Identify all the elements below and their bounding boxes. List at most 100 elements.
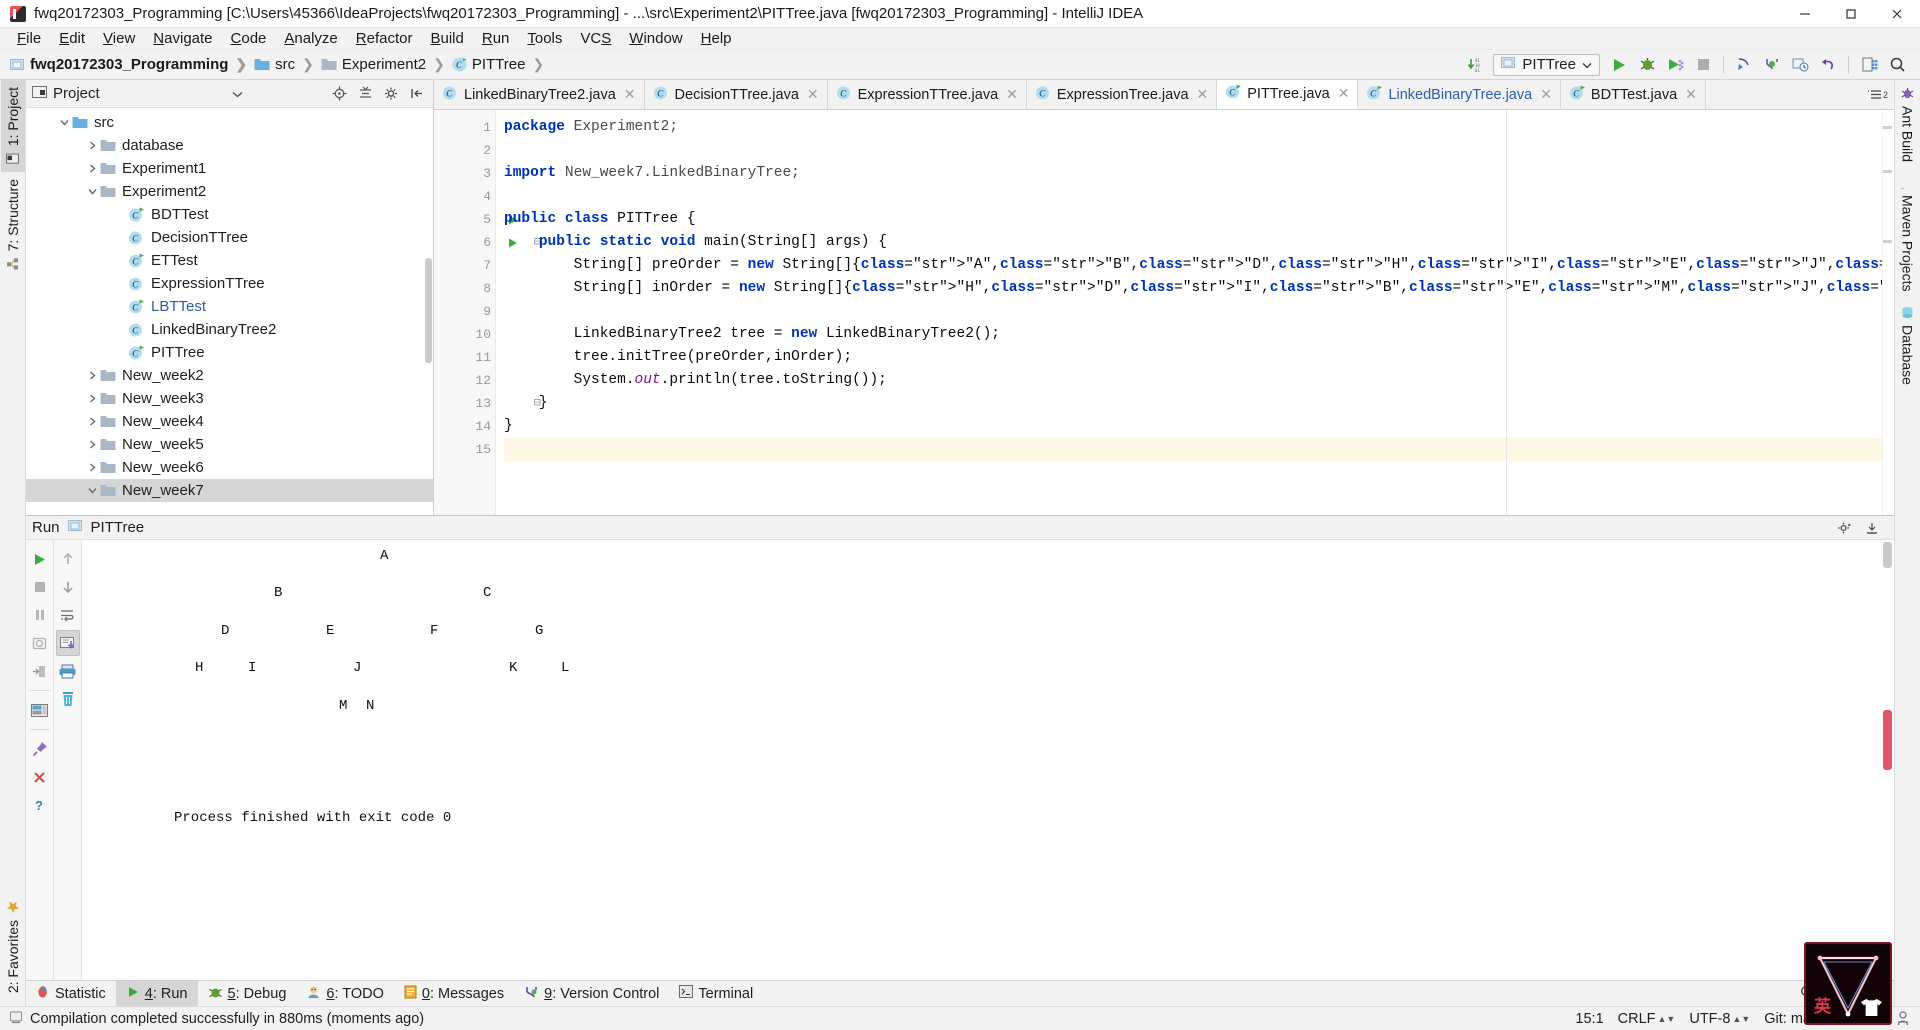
editor-tab-decisionttree-java[interactable]: CDecisionTTree.java✕ [645,80,828,109]
update-project-icon[interactable] [1731,53,1757,77]
tree-item-decisionttree[interactable]: CDecisionTTree [26,226,433,249]
search-everywhere-icon[interactable] [1884,53,1910,77]
tree-item-new-week6[interactable]: New_week6 [26,456,433,479]
close-button[interactable] [1874,0,1920,28]
chevron-right-icon[interactable] [84,463,100,472]
tool-window-9-version-control[interactable]: 9: Version Control [514,981,669,1007]
console-scrollbar[interactable] [1881,540,1894,980]
debug-icon[interactable] [1634,53,1660,77]
tree-item-new-week5[interactable]: New_week5 [26,433,433,456]
stop-icon[interactable] [1690,53,1716,77]
tree-item-new-week3[interactable]: New_week3 [26,387,433,410]
commit-icon[interactable] [1759,53,1785,77]
project-tree-scrollbar[interactable] [425,258,432,363]
sidebar-item-favorites[interactable]: 2: Favorites [1,893,25,1000]
editor-tab-bdttest-java[interactable]: CBDTTest.java✕ [1561,80,1706,109]
tree-item-bdttest[interactable]: CBDTTest [26,203,433,226]
chevron-right-icon[interactable] [84,371,100,380]
run-console-output[interactable]: ABCDEFGHIJKLMNProcess finished with exit… [82,540,1881,980]
help-icon[interactable]: ? [28,792,52,818]
caret-position[interactable]: 15:1 [1575,1011,1603,1027]
breadcrumb-item-pittree[interactable]: CPITTree❯ [452,56,551,73]
push-history-icon[interactable] [1787,53,1813,77]
rollback-icon[interactable] [1815,53,1841,77]
chevron-right-icon[interactable] [84,394,100,403]
tool-window-terminal[interactable]: Terminal [669,981,763,1007]
tool-window-4-run[interactable]: 4: Run [116,981,198,1007]
up-icon[interactable] [56,546,80,572]
chevron-right-icon[interactable] [84,164,100,173]
menu-item-build[interactable]: Build [421,28,472,50]
editor-scrollbar[interactable] [1882,110,1894,515]
menu-item-edit[interactable]: Edit [50,28,94,50]
project-tree[interactable]: srcdatabaseExperiment1Experiment2CBDTTes… [26,108,433,515]
menu-item-refactor[interactable]: Refactor [347,28,422,50]
hide-icon[interactable] [1862,518,1882,538]
editor-tab-linkedbinarytree-java[interactable]: CLinkedBinaryTree.java✕ [1358,80,1560,109]
close-icon[interactable]: ✕ [1197,86,1209,103]
close-icon[interactable]: ✕ [1338,85,1350,102]
tree-item-experiment2[interactable]: Experiment2 [26,180,433,203]
tree-item-lbttest[interactable]: CLBTTest [26,295,433,318]
chevron-down-icon[interactable] [56,118,72,127]
tree-item-new-week7[interactable]: New_week7 [26,479,433,502]
tool-window-statistic[interactable]: Statistic [26,981,116,1007]
editor-gutter[interactable]: 123456⊟78910111213⊟1415 [434,110,496,515]
menu-item-tools[interactable]: Tools [518,28,571,50]
menu-item-window[interactable]: Window [620,28,691,50]
close-icon[interactable]: ✕ [807,86,819,103]
floating-translation-widget[interactable]: 英 [1804,942,1892,1025]
menu-item-view[interactable]: View [94,28,144,50]
hide-icon[interactable] [407,84,427,104]
menu-item-vcs[interactable]: VCS [571,28,620,50]
make-project-icon[interactable]: 011001 [1463,53,1489,77]
close-icon[interactable]: ✕ [624,86,636,103]
pause-icon[interactable] [28,602,52,628]
close-icon[interactable]: ✕ [1685,86,1697,103]
scroll-to-end-icon[interactable] [56,630,80,656]
menu-item-file[interactable]: File [8,28,50,50]
run-configuration-selector[interactable]: PITTree [1493,54,1600,76]
settings-structure-icon[interactable] [1856,53,1882,77]
sidebar-item-project[interactable]: 1: Project [1,80,25,172]
run-icon[interactable] [1606,53,1632,77]
collapse-all-icon[interactable] [355,84,375,104]
code-text[interactable]: package Experiment2; import New_week7.Li… [496,110,1882,515]
chevron-down-icon[interactable] [84,187,100,196]
gear-icon[interactable] [381,84,401,104]
console-icon[interactable] [28,697,52,723]
tree-item-new-week4[interactable]: New_week4 [26,410,433,433]
maximize-button[interactable] [1828,0,1874,28]
chevron-down-icon[interactable] [232,85,243,102]
print-icon[interactable] [56,658,80,684]
tree-item-ettest[interactable]: CETTest [26,249,433,272]
close-icon[interactable] [28,764,52,790]
close-icon[interactable]: ✕ [1006,86,1018,103]
gear-icon[interactable] [1834,518,1854,538]
tree-item-new-week2[interactable]: New_week2 [26,364,433,387]
tree-item-expressionttree[interactable]: CExpressionTTree [26,272,433,295]
tree-item-src[interactable]: src [26,111,433,134]
tool-window-0-messages[interactable]: 0: Messages [394,981,514,1007]
exit-icon[interactable] [28,658,52,684]
sidebar-item-maven-projects[interactable]: m Maven Projects [1896,169,1920,298]
tab-list-icon[interactable]: 2 [1868,89,1888,101]
clear-all-icon[interactable] [56,686,80,712]
dump-threads-icon[interactable] [28,630,52,656]
chevron-right-icon[interactable] [84,417,100,426]
menu-item-code[interactable]: Code [222,28,276,50]
breadcrumb-item-fwq20172303-programming[interactable]: fwq20172303_Programming❯ [10,56,254,73]
soft-wrap-icon[interactable] [56,602,80,628]
rerun-icon[interactable] [28,546,52,572]
pin-tab-icon[interactable] [28,736,52,762]
tool-window-6-todo[interactable]: 6: TODO [296,981,394,1007]
sidebar-item-database[interactable]: Database [1896,299,1920,392]
breadcrumb-item-experiment2[interactable]: Experiment2❯ [321,56,452,73]
down-icon[interactable] [56,574,80,600]
tree-item-pittree[interactable]: CPITTree [26,341,433,364]
editor-tab-expressiontree-java[interactable]: CExpressionTree.java✕ [1027,80,1217,109]
menu-item-navigate[interactable]: Navigate [144,28,221,50]
tree-item-database[interactable]: database [26,134,433,157]
breadcrumb-item-src[interactable]: src❯ [254,56,321,73]
tree-item-linkedbinarytree2[interactable]: CLinkedBinaryTree2 [26,318,433,341]
